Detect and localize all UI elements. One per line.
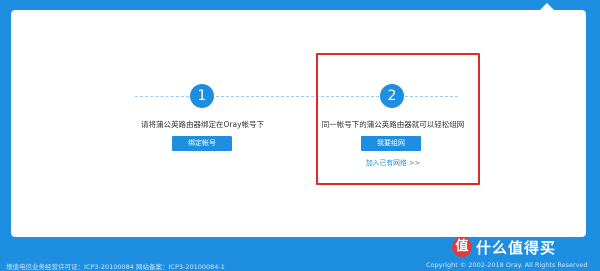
footer-copyright: Copyright © 2002-2018 Oray. All Rights R… <box>426 261 588 269</box>
footer-license: 增值电信业务经营许可证：ICP3-20100084 网站备案：ICP3-2010… <box>6 263 225 271</box>
main-card <box>11 10 586 237</box>
bind-account-button[interactable]: 绑定帐号 <box>172 136 232 151</box>
watermark-text: 什么值得买 <box>476 238 557 257</box>
step1-left-line <box>135 96 189 97</box>
highlight-box <box>316 53 480 185</box>
watermark: 值 什么值得买 <box>452 236 556 258</box>
dropdown-caret <box>539 3 555 11</box>
step1-description: 请将蒲公英路由器绑定在Oray帐号下 <box>140 120 265 129</box>
step1-number: 1 <box>190 84 214 108</box>
watermark-logo-icon: 值 <box>452 237 472 257</box>
